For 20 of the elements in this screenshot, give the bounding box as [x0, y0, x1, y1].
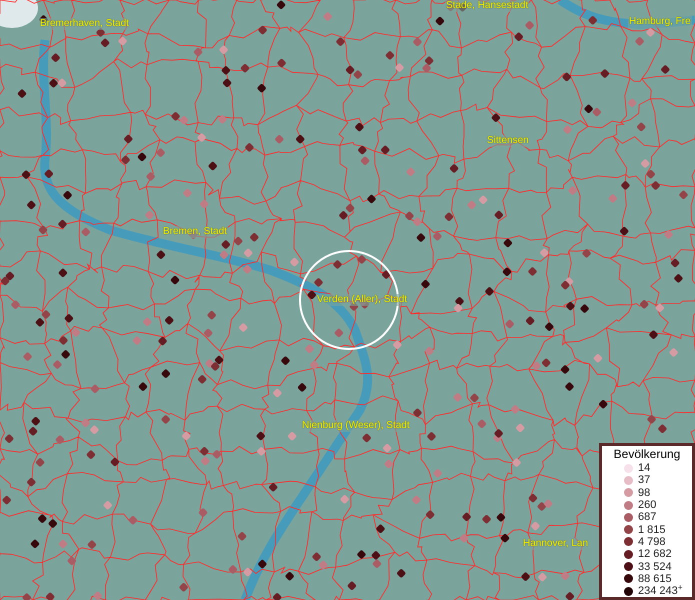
- place-label: Hannover, Lan: [522, 538, 590, 550]
- legend-label: 687: [638, 511, 656, 524]
- legend-label: 98: [638, 486, 650, 499]
- place-label: Stade, Hansestadt: [445, 0, 530, 12]
- legend-label: 260: [638, 499, 656, 512]
- place-label: Bremen, Stadt: [162, 226, 228, 238]
- place-label: Bremerhaven, Stadt: [39, 18, 130, 30]
- place-label: Nienburg (Weser), Stadt: [301, 420, 411, 432]
- legend-label: 12 682: [638, 548, 672, 560]
- legend-label: 1 815: [638, 524, 666, 536]
- legend-label: 33 524: [638, 560, 672, 573]
- legend-label: 88 615: [638, 572, 672, 585]
- legend-label: 14: [638, 462, 650, 474]
- legend-label: 234 243$^{+}$: [638, 585, 683, 598]
- legend-title: Bevölkerung: [612, 447, 682, 462]
- place-label: Verden (Aller), Stadt: [316, 294, 408, 306]
- place-label: Hamburg, Fre: [628, 16, 692, 28]
- place-label: Sittensen: [486, 135, 530, 147]
- legend-label: 4 798: [638, 536, 666, 548]
- legend-label: 37: [638, 474, 650, 486]
